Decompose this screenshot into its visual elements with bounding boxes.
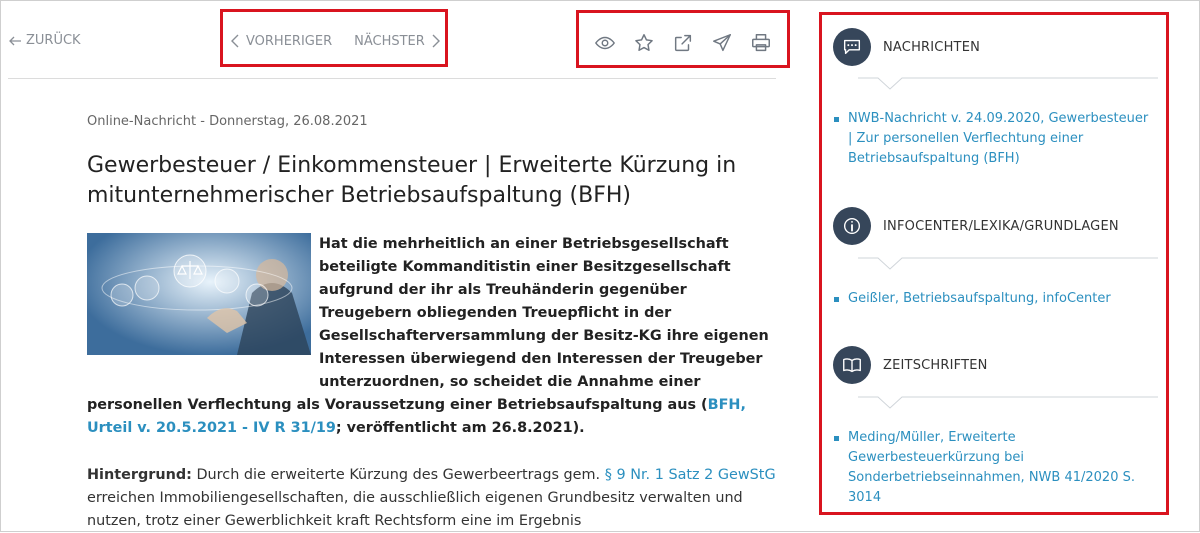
arrow-left-icon <box>9 36 21 45</box>
star-icon <box>634 33 653 51</box>
share-button[interactable] <box>670 30 695 55</box>
back-link[interactable]: ZURÜCK <box>8 33 81 48</box>
section-title: ZEITSCHRIFTEN <box>883 357 988 373</box>
section-divider <box>858 76 1158 90</box>
view-button[interactable] <box>592 30 617 55</box>
info-icon <box>833 207 871 245</box>
lead-tail: ; veröffentlicht am 26.8.2021). <box>335 420 585 436</box>
section-header-infocenter: INFOCENTER/LEXIKA/GRUNDLAGEN <box>833 207 1119 245</box>
next-button[interactable]: NÄCHSTER <box>354 33 441 49</box>
book-icon <box>833 346 871 384</box>
body-text-1: Durch die erweiterte Kürzung des Gewerbe… <box>191 467 605 483</box>
toolbar <box>592 30 773 55</box>
send-button[interactable] <box>709 30 734 55</box>
section-header-zeitschriften: ZEITSCHRIFTEN <box>833 346 988 384</box>
section-header-nachrichten: NACHRICHTEN <box>833 28 980 66</box>
section-title: NACHRICHTEN <box>883 39 981 55</box>
article-title: Gewerbesteuer / Einkommensteuer | Erweit… <box>87 153 737 208</box>
print-button[interactable] <box>748 30 773 55</box>
back-label: ZURÜCK <box>26 33 81 48</box>
chat-icon <box>833 28 871 66</box>
article-body: Hintergrund: Durch die erweiterte Kürzun… <box>87 464 777 533</box>
favorite-button[interactable] <box>631 30 656 55</box>
body-law-link[interactable]: § 9 Nr. 1 Satz 2 GewStG <box>605 467 776 483</box>
print-icon <box>751 33 770 51</box>
header-divider <box>8 78 776 79</box>
article-meta: Online-Nachricht - Donnerstag, 26.08.202… <box>87 114 368 129</box>
section-divider <box>858 395 1158 409</box>
send-icon <box>712 33 731 51</box>
body-label: Hintergrund: <box>87 467 192 483</box>
next-label: NÄCHSTER <box>354 33 425 49</box>
article-lead: Hat die mehrheitlich an einer Betriebsge… <box>87 233 777 440</box>
section-divider <box>858 256 1158 270</box>
body-text-2: erreichen Immobiliengesellschaften, die … <box>87 490 743 529</box>
pager: VORHERIGER NÄCHSTER <box>230 33 441 49</box>
section-title: INFOCENTER/LEXIKA/GRUNDLAGEN <box>883 218 1119 234</box>
sidebar-link[interactable]: Geißler, Betriebsaufspaltung, infoCenter <box>834 289 1154 309</box>
sidebar-link[interactable]: NWB-Nachricht v. 24.09.2020, Gewerbesteu… <box>834 109 1154 169</box>
share-icon <box>674 34 691 51</box>
eye-icon <box>594 36 615 49</box>
previous-label: VORHERIGER <box>246 33 333 49</box>
sidebar-link[interactable]: Meding/Müller, Erweiterte Gewerbesteuerk… <box>834 428 1154 508</box>
chevron-left-icon <box>231 34 239 48</box>
chevron-right-icon <box>432 34 440 48</box>
previous-button[interactable]: VORHERIGER <box>230 33 332 49</box>
